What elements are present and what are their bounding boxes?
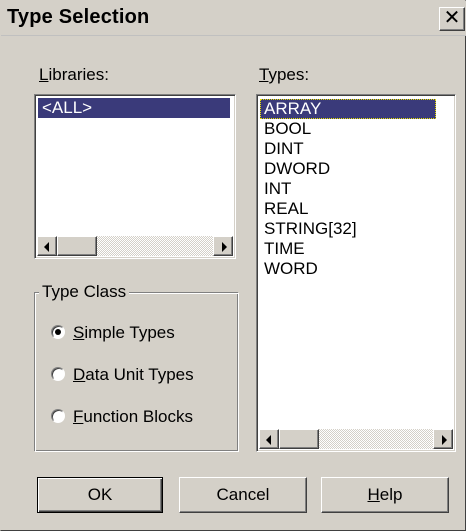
scroll-left-arrow-icon [266,435,271,445]
radio-accel: D [73,365,86,384]
types-item[interactable]: REAL [260,199,308,219]
libraries-label-rest: ibraries: [48,65,109,84]
radio-label-function-blocks: Function Blocks [73,407,193,427]
types-label-rest: ypes: [268,65,310,84]
libraries-item-all[interactable]: <ALL> [38,98,230,118]
radio-label-rest: imple Types [84,323,175,342]
types-scroll-thumb[interactable] [279,429,319,449]
types-listbox[interactable]: ARRAY BOOL DINT DWORD INT REAL STRING[32… [256,94,456,452]
libraries-listbox[interactable]: <ALL> [34,94,236,259]
types-item[interactable]: DWORD [260,159,330,179]
radio-button[interactable] [51,367,65,381]
type-selection-dialog: Type Selection ✕ Libraries: <ALL> Types:… [0,0,466,531]
scroll-right-arrow-icon [222,242,227,252]
libraries-hscrollbar[interactable] [37,236,233,256]
libraries-label: Libraries: [39,65,109,85]
types-hscrollbar[interactable] [259,429,453,449]
radio-label-rest: ata Unit Types [85,365,194,384]
libraries-scroll-thumb[interactable] [57,236,97,256]
close-icon: ✕ [443,7,461,29]
help-button[interactable]: Help [321,477,449,513]
types-item[interactable]: ARRAY [260,99,436,119]
types-item[interactable]: INT [260,179,291,199]
scroll-left-arrow-icon [44,242,49,252]
close-button[interactable]: ✕ [439,7,465,31]
title-bar[interactable]: Type Selection ✕ [1,1,466,36]
types-scroll-right-button[interactable] [433,429,453,449]
dialog-title: Type Selection [7,6,150,28]
types-label: Types: [259,65,309,85]
radio-button[interactable] [51,325,65,339]
scroll-right-arrow-icon [442,435,447,445]
radio-selected-dot [55,329,61,335]
types-scroll-left-button[interactable] [259,429,279,449]
types-item[interactable]: DINT [260,139,304,159]
type-class-legend: Type Class [39,282,130,302]
libraries-scroll-right-button[interactable] [213,236,233,256]
types-item[interactable]: WORD [260,259,318,279]
types-item[interactable]: STRING[32] [260,219,357,239]
radio-button[interactable] [51,409,65,423]
cancel-button[interactable]: Cancel [179,477,307,513]
radio-accel: S [73,323,85,342]
libraries-scroll-left-button[interactable] [37,236,57,256]
types-item[interactable]: BOOL [260,119,311,139]
radio-label-rest: unction Blocks [83,407,194,426]
types-item[interactable]: TIME [260,239,305,259]
radio-accel: F [73,407,84,426]
radio-label-simple-types: Simple Types [73,323,175,343]
help-accel: H [367,485,380,504]
help-label-rest: elp [379,485,403,504]
ok-button[interactable]: OK [37,477,163,513]
radio-label-data-unit-types: Data Unit Types [73,365,194,385]
